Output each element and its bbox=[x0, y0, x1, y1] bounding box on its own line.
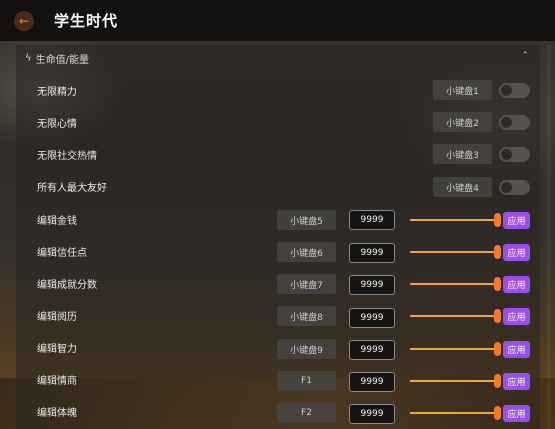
hotkey-badge[interactable]: 小键盘4 bbox=[433, 177, 492, 197]
option-label: 编辑成就分数 bbox=[37, 280, 97, 291]
slider-thumb[interactable] bbox=[494, 374, 501, 388]
section-header[interactable]: ϟ 生命值/能量 ⌃ bbox=[16, 45, 540, 71]
option-label: 编辑阅历 bbox=[37, 312, 77, 323]
hotkey-badge[interactable]: 小键盘7 bbox=[277, 274, 336, 294]
option-label: 编辑信任点 bbox=[37, 248, 87, 259]
edit-row: 编辑情商 F1 应用 bbox=[16, 363, 540, 395]
hotkey-badge[interactable]: 小键盘8 bbox=[277, 306, 336, 326]
slider-thumb[interactable] bbox=[494, 406, 501, 420]
value-slider[interactable] bbox=[410, 406, 501, 420]
back-button[interactable]: ← bbox=[14, 10, 34, 31]
value-slider[interactable] bbox=[410, 213, 501, 227]
hotkey-badge[interactable]: 小键盘5 bbox=[277, 210, 336, 230]
option-row: 所有人最大友好 小键盘4 bbox=[16, 170, 540, 202]
toggle-switch[interactable] bbox=[499, 115, 530, 130]
chevron-up-icon[interactable]: ⌃ bbox=[521, 51, 529, 61]
value-input[interactable] bbox=[349, 243, 395, 263]
title-bar: ← 学生时代 bbox=[0, 0, 555, 41]
hotkey-badge[interactable]: 小键盘6 bbox=[277, 242, 336, 262]
edit-row: 编辑阅历 小键盘8 应用 bbox=[16, 299, 540, 331]
option-label: 无限社交热情 bbox=[37, 151, 97, 162]
value-input[interactable] bbox=[349, 210, 395, 230]
option-label: 所有人最大友好 bbox=[37, 183, 107, 194]
toggle-switch[interactable] bbox=[499, 180, 530, 195]
page-title: 学生时代 bbox=[54, 12, 119, 30]
apply-button[interactable]: 应用 bbox=[503, 276, 530, 293]
bolt-icon: ϟ bbox=[25, 52, 32, 64]
option-label: 编辑智力 bbox=[37, 344, 77, 355]
cheat-panel: ϟ 生命值/能量 ⌃ 无限精力 小键盘1 无限心情 小键盘2 无限社交热情 小键… bbox=[16, 45, 540, 429]
slider-thumb[interactable] bbox=[494, 342, 501, 356]
hotkey-badge[interactable]: 小键盘3 bbox=[433, 144, 492, 164]
option-label: 编辑体魄 bbox=[37, 408, 77, 419]
apply-button[interactable]: 应用 bbox=[503, 405, 530, 422]
value-input[interactable] bbox=[349, 308, 395, 328]
value-slider[interactable] bbox=[410, 245, 501, 259]
value-slider[interactable] bbox=[410, 374, 501, 388]
scrollbar[interactable] bbox=[547, 45, 551, 429]
value-input[interactable] bbox=[349, 404, 395, 424]
edit-row: 编辑体魄 F2 应用 bbox=[16, 395, 540, 427]
toggle-switch[interactable] bbox=[499, 83, 530, 98]
value-slider[interactable] bbox=[410, 342, 501, 356]
slider-thumb[interactable] bbox=[494, 245, 501, 259]
edit-row: 编辑智力 小键盘9 应用 bbox=[16, 331, 540, 363]
apply-button[interactable]: 应用 bbox=[503, 308, 530, 325]
hotkey-badge[interactable]: F1 bbox=[277, 371, 336, 391]
apply-button[interactable]: 应用 bbox=[503, 373, 530, 390]
value-input[interactable] bbox=[349, 340, 395, 360]
value-slider[interactable] bbox=[410, 277, 501, 291]
option-label: 无限精力 bbox=[37, 87, 77, 98]
option-label: 无限心情 bbox=[37, 119, 77, 130]
slider-thumb[interactable] bbox=[494, 277, 501, 291]
apply-button[interactable]: 应用 bbox=[503, 244, 530, 261]
option-row: 无限心情 小键盘2 bbox=[16, 106, 540, 138]
toggle-switch[interactable] bbox=[499, 147, 530, 162]
edit-row: 编辑成就分数 小键盘7 应用 bbox=[16, 267, 540, 299]
section-title: 生命值/能量 bbox=[35, 54, 89, 66]
arrow-left-icon: ← bbox=[18, 13, 30, 28]
value-input[interactable] bbox=[349, 372, 395, 392]
apply-button[interactable]: 应用 bbox=[503, 212, 530, 229]
option-label: 编辑金钱 bbox=[37, 216, 77, 227]
option-row: 无限精力 小键盘1 bbox=[16, 74, 540, 106]
hotkey-badge[interactable]: 小键盘1 bbox=[433, 80, 492, 100]
hotkey-badge[interactable]: F2 bbox=[277, 403, 336, 423]
hotkey-badge[interactable]: 小键盘9 bbox=[277, 339, 336, 359]
slider-thumb[interactable] bbox=[494, 213, 501, 227]
value-slider[interactable] bbox=[410, 309, 501, 323]
edit-row: 编辑金钱 小键盘5 应用 bbox=[16, 203, 540, 235]
hotkey-badge[interactable]: 小键盘2 bbox=[433, 112, 492, 132]
apply-button[interactable]: 应用 bbox=[503, 341, 530, 358]
option-label: 编辑情商 bbox=[37, 376, 77, 387]
edit-row: 编辑信任点 小键盘6 应用 bbox=[16, 235, 540, 267]
slider-thumb[interactable] bbox=[494, 309, 501, 323]
option-row: 无限社交热情 小键盘3 bbox=[16, 138, 540, 170]
value-input[interactable] bbox=[349, 275, 395, 295]
